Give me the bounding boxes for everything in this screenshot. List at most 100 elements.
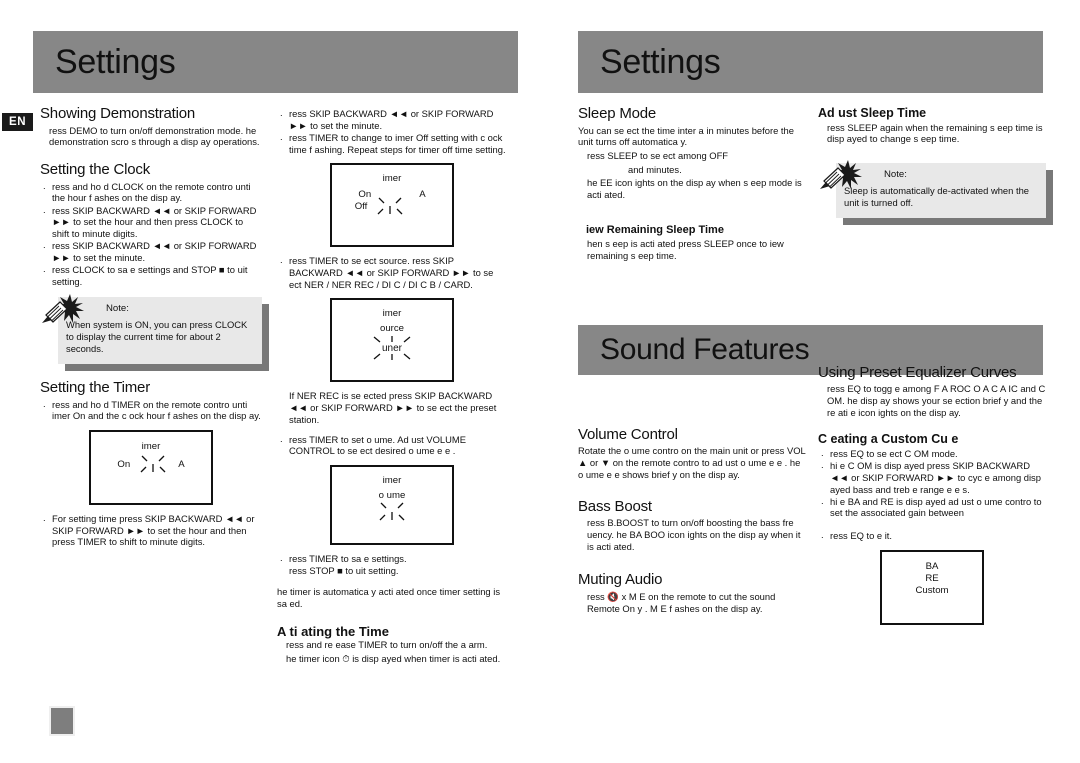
text-adjust-sleep-body: ress SLEEP again when the remaining s ee… [827,121,1043,145]
list-item: hi e C OM is disp ayed press SKIP BACKWA… [821,459,1046,495]
list-clock-steps: ress and ho d CLOCK on the remote contro… [40,180,262,288]
text-demonstration-body: ress DEMO to turn on/off demonstration m… [49,124,260,148]
heading-bass-boost: Bass Boost [578,497,652,515]
display-label-am: A [419,189,426,201]
text-mute-body: ress 🔇 x M E on the remote to cut the so… [587,590,776,614]
list-item: ress TIMER to se ect source. ress SKIP B… [280,254,507,290]
note-pencil-starburst-icon [42,294,84,324]
list-item: ress CLOCK to sa e settings and STOP ■ t… [43,263,262,287]
note-box-sleep: Note: Sleep is automatically de-activate… [836,163,1046,218]
display-timer-on: imer On A [89,430,213,506]
page-left: Settings EN Showing Demonstration ress D… [0,0,540,763]
display-line-bass: BA [925,560,939,572]
text-view-remaining-body: hen s eep is acti ated press SLEEP once … [587,238,784,262]
list-tuner-rec: If NER REC is se ected press SKIP BACKWA… [277,390,507,425]
note-pencil-starburst-icon [820,160,862,189]
list-item: If NER REC is se ected press SKIP BACKWA… [289,390,497,425]
page-title-settings-left: Settings [55,42,176,81]
page-title-settings-right: Settings [600,42,721,81]
list-source-step: ress TIMER to se ect source. ress SKIP B… [277,254,507,290]
page-banner-settings-right: Settings [578,31,1043,93]
list-custom-curve-steps: ress EQ to se ect C OM mode. hi e C OM i… [818,447,1046,542]
text-sleep-body-4: he EE icon ights on the disp ay when s e… [587,177,802,201]
column-1: Showing Demonstration ress DEMO to turn … [40,105,262,556]
list-item: ress TIMER to set o ume. Ad ust VOLUME C… [280,433,507,457]
display-line-timer: imer [141,441,161,453]
display-label-on: On [117,459,131,471]
heading-using-preset-equalizer-curves: Using Preset Equalizer Curves [818,363,1017,381]
note-text: Sleep is automatically de-activated when… [844,184,1030,208]
flashing-digit-indicator [372,502,412,526]
display-line-volume: o ume [378,489,406,501]
display-line-custom: Custom [915,584,949,596]
text-timer-auto-activated: he timer is automatica y acti ated once … [277,586,501,610]
column-4: Ad ust Sleep Time ress SLEEP again when … [818,106,1046,633]
display-equalizer-custom: BA RE Custom [880,549,984,625]
language-tab-en-left[interactable]: EN [2,113,34,131]
heading-setting-the-clock: Setting the Clock [40,161,150,178]
heading-muting-audio: Muting Audio [578,571,663,589]
svg-text:uner: uner [382,343,403,354]
display-timer-source: imer ource uner [330,298,454,383]
display-label-on: On [358,189,372,201]
column-2: ress SKIP BACKWARD ◄◄ or SKIP FORWARD ►►… [277,107,507,673]
text-sleep-body-2: ress SLEEP to se ect among OFF [587,150,729,161]
text-sleep-body-1: You can se ect the time inter a in minut… [578,124,794,148]
text-bass-body: ress B.BOOST to turn on/off boosting the… [587,517,801,552]
list-item: ress SKIP BACKWARD ◄◄ or SKIP FORWARD ►►… [43,203,262,240]
list-item: ress SKIP BACKWARD ◄◄ or SKIP FORWARD ►►… [43,239,262,263]
list-item: ress and ho d TIMER on the remote contro… [43,398,262,422]
flashing-source-indicator: uner [362,335,422,361]
list-item: ress SKIP BACKWARD ◄◄ or SKIP FORWARD ►►… [280,107,507,131]
display-line-timer: imer [382,308,402,320]
list-item: For setting time press SKIP BACKWARD ◄◄ … [43,512,262,548]
display-label-am: A [178,459,185,471]
list-item: ress and ho d CLOCK on the remote contro… [43,180,262,204]
column-3: Sleep Mode You can se ect the time inter… [578,105,806,622]
note-label: Note: [106,303,129,315]
text-volume-body: Rotate the o ume contro on the main unit… [578,445,806,480]
heading-sleep-mode: Sleep Mode [578,105,657,122]
note-box-clock: Note: When system is ON, you can press C… [58,297,262,365]
page-number-block-left [49,706,75,736]
list-item: hi e BA and RE is disp ayed ad ust o ume… [821,495,1046,519]
note-sleep: Note: Sleep is automatically de-activate… [818,160,1046,218]
list-timer-steps-a: ress and ho d TIMER on the remote contro… [40,398,262,422]
list-timer-minute-steps: ress SKIP BACKWARD ◄◄ or SKIP FORWARD ►►… [277,107,507,155]
text-activate-body-2: he timer icon ⏱ is disp ayed when timer … [286,653,501,665]
display-line-timer: imer [382,474,402,486]
heading-showing-demonstration: Showing Demonstration [40,105,196,122]
flashing-digit-indicator [371,195,411,219]
heading-adjust-sleep-time: Ad ust Sleep Time [818,106,927,120]
display-label-off: Off [354,201,368,213]
display-row-off: Off [332,195,452,219]
display-line-treble: RE [925,572,939,584]
list-item: ress EQ to e it. [821,529,1046,542]
list-volume-step: ress TIMER to set o ume. Ad ust VOLUME C… [277,433,507,457]
heading-volume-control: Volume Control [578,425,678,443]
page-banner-settings-left: Settings [33,31,518,93]
note-text: When system is ON, you can press CLOCK t… [66,319,248,355]
heading-setting-the-timer: Setting the Timer [40,379,150,397]
flashing-digit-indicator [134,453,174,477]
display-line-timer: imer [382,173,402,185]
list-item: ress TIMER to change to imer Off setting… [280,131,507,155]
list-item: ress EQ to se ect C OM mode. [821,447,1046,460]
page-right: Settings Sound Features Sleep Mode You c… [540,0,1080,763]
note-clock: Note: When system is ON, you can press C… [40,294,262,365]
display-timer-on-off: imer On A Off [330,163,454,248]
text-sleep-body-3: and minutes. [628,163,682,175]
heading-view-remaining-sleep-time: iew Remaining Sleep Time [586,223,724,236]
text-eq-body: ress EQ to togg e among F A ROC O A C A … [827,383,1046,418]
note-label: Note: [884,169,907,180]
display-row: On A [91,453,211,477]
list-item: ress TIMER to sa e settings. [280,552,507,565]
heading-creating-a-custom-curve: C eating a Custom Cu e [818,432,959,447]
list-save-steps: ress TIMER to sa e settings. [277,552,507,565]
list-timer-steps-b: For setting time press SKIP BACKWARD ◄◄ … [40,512,262,548]
text-quit-setting: ress STOP ■ to uit setting. [289,564,399,576]
display-timer-volume: imer o ume [330,464,454,545]
text-activate-body-1: ress and re ease TIMER to turn on/off th… [286,639,488,651]
heading-activating-the-timer: A ti ating the Time [277,623,389,639]
display-line-source: ource [380,323,404,335]
